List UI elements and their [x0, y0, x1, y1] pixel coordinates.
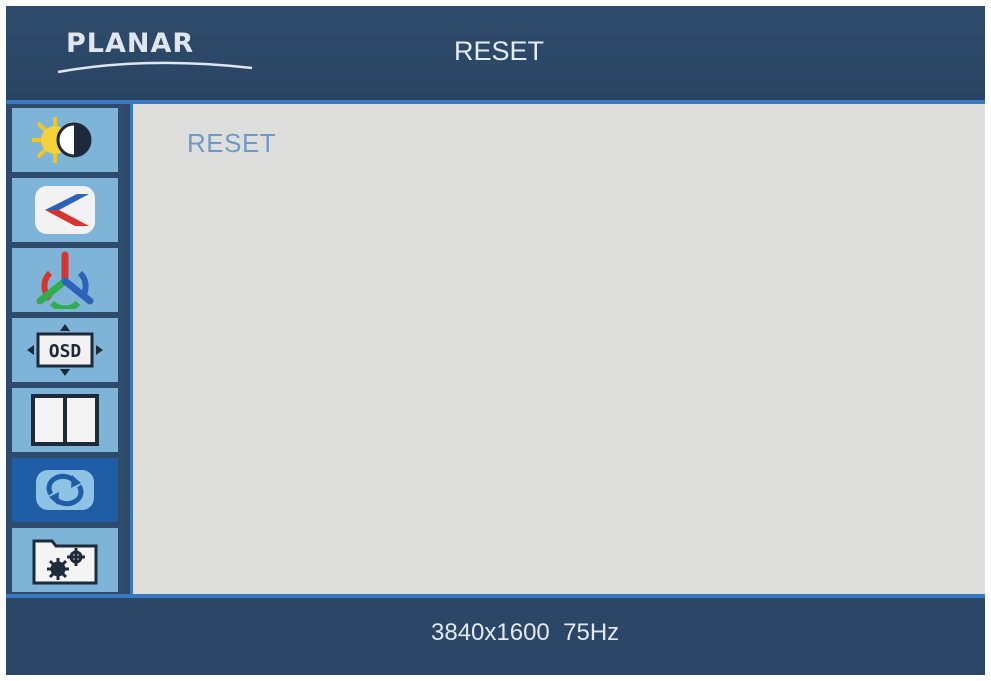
brightness-contrast-icon — [30, 113, 100, 167]
osd-footer: 3840x1600 75Hz — [6, 598, 985, 675]
sidebar-item-osd[interactable]: OSD — [12, 318, 118, 382]
sidebar-item-image[interactable] — [12, 178, 118, 242]
planar-logo: PLANAR — [56, 28, 256, 78]
menu-title: RESET — [454, 36, 545, 66]
sidebar-item-color[interactable] — [12, 248, 118, 312]
reset-option[interactable]: RESET — [187, 128, 276, 159]
sidebar-item-pip[interactable] — [12, 388, 118, 452]
reset-icon — [34, 468, 96, 512]
pip-split-icon — [30, 393, 100, 447]
resolution-status: 3840x1600 75Hz — [431, 619, 620, 646]
svg-text:OSD: OSD — [49, 341, 82, 362]
osd-header: PLANAR RESET — [6, 6, 985, 100]
sidebar-item-reset[interactable] — [12, 458, 118, 522]
setup-icon — [30, 533, 100, 587]
logo-swoosh-icon — [57, 61, 253, 74]
reset-panel: RESET — [130, 104, 985, 594]
logo-text: PLANAR — [66, 28, 195, 59]
osd-menu: PLANAR RESET OSD RESET 3840x1600 75Hz — [6, 6, 985, 675]
sidebar-item-brightness[interactable] — [12, 108, 118, 172]
color-icon — [30, 251, 100, 309]
image-adjust-icon — [33, 184, 97, 236]
osd-sidebar: OSD — [6, 104, 124, 594]
osd-settings-icon: OSD — [25, 322, 105, 378]
sidebar-item-setup[interactable] — [12, 528, 118, 592]
